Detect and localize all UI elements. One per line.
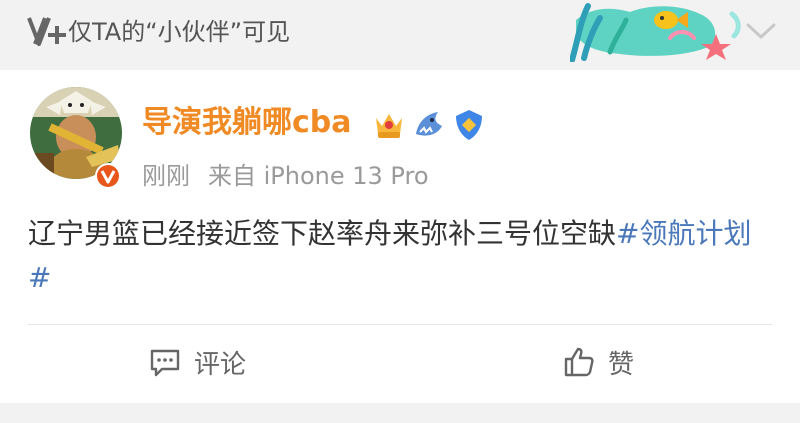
post-text: 辽宁男篮已经接近签下赵率舟来弥补三号位空缺#领航计划#: [28, 212, 768, 300]
comment-button[interactable]: 评论: [148, 340, 246, 384]
verified-v-icon: [95, 163, 121, 189]
shark-badge-icon[interactable]: [412, 108, 446, 142]
comment-icon: [150, 349, 180, 377]
visibility-bar: 仅TA的“小伙伴”可见: [0, 0, 800, 70]
visibility-label: 仅TA的“小伙伴”可见: [68, 18, 291, 46]
chevron-down-icon[interactable]: [744, 20, 778, 42]
like-label: 赞: [608, 349, 635, 380]
post-time: 刚刚: [142, 162, 190, 190]
like-button[interactable]: 赞: [562, 340, 634, 384]
crown-badge-icon[interactable]: [372, 108, 406, 142]
post-meta: 刚刚 来自 iPhone 13 Pro: [142, 160, 429, 192]
post-body: 辽宁男篮已经接近签下赵率舟来弥补三号位空缺: [28, 217, 617, 250]
divider: [28, 324, 772, 325]
comment-label: 评论: [194, 349, 247, 380]
thumbs-up-icon: [564, 347, 594, 377]
author-name[interactable]: 导演我躺哪cba: [142, 103, 352, 143]
bottom-gap: [0, 403, 800, 423]
fish-coral-decoration: [570, 3, 741, 62]
post-source[interactable]: 来自 iPhone 13 Pro: [208, 162, 429, 190]
shield-badge-icon[interactable]: [452, 108, 486, 142]
eye-v-plus-icon: [27, 17, 66, 46]
